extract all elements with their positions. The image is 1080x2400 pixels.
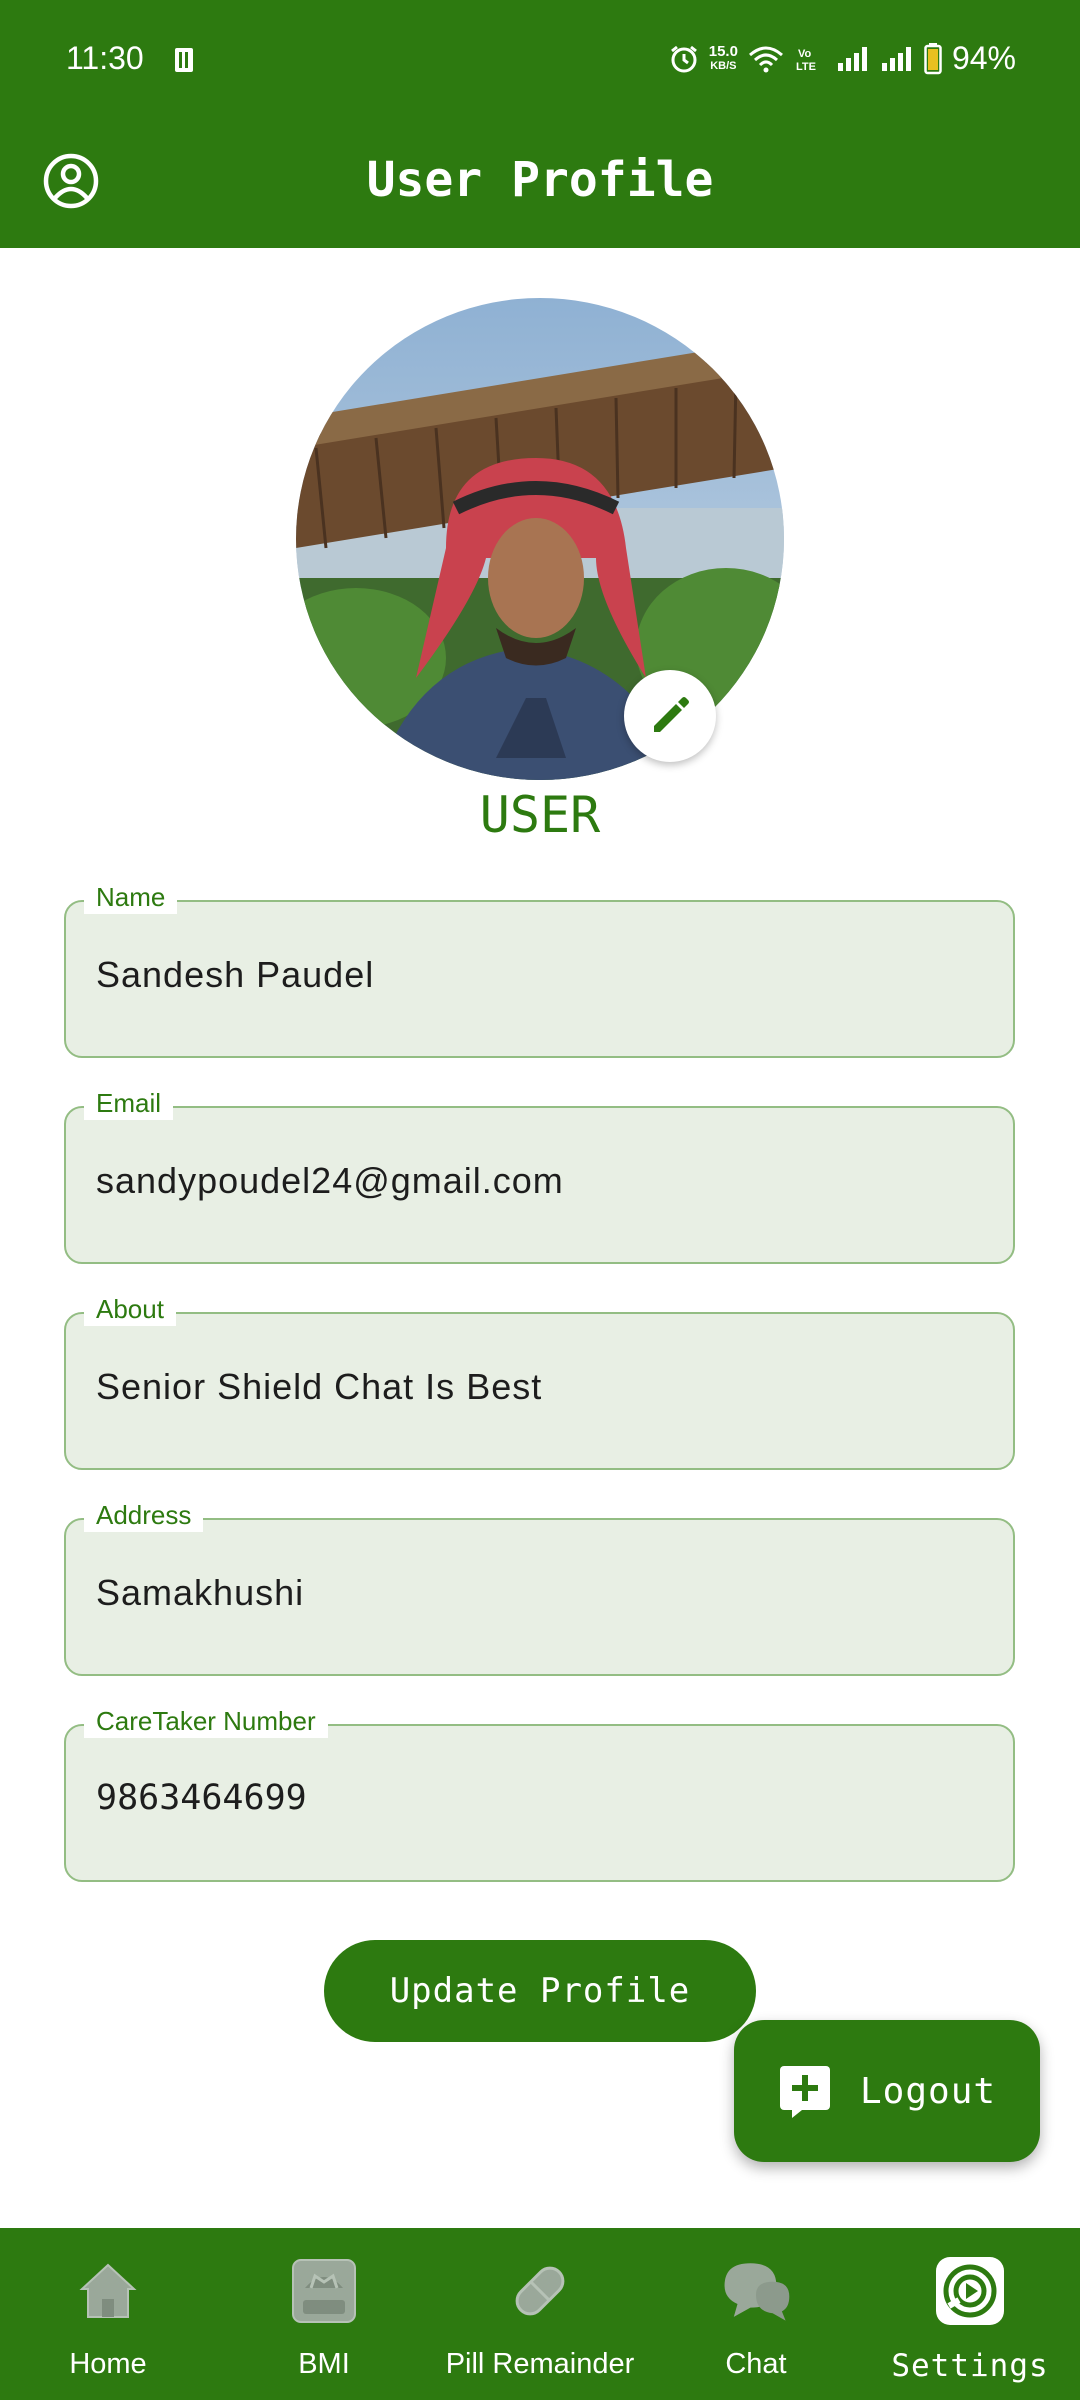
profile-name-heading: USER: [479, 786, 601, 844]
address-field-value: Samakhushi: [96, 1572, 305, 1613]
status-icons: 15.0 KB/S Vo LTE 94%: [669, 40, 1016, 77]
notification-icon: [175, 48, 193, 72]
nav-label-settings: Settings: [891, 2348, 1049, 2384]
home-icon: [71, 2254, 145, 2328]
battery-percent: 94%: [951, 40, 1016, 76]
battery-icon: [924, 42, 942, 74]
pencil-icon: [654, 697, 689, 732]
logout-button[interactable]: Logout: [734, 2020, 1040, 2162]
signal-icon: [881, 46, 911, 71]
caretaker-number-field[interactable]: CareTaker Number 9863464699: [64, 1704, 1015, 1882]
chat-icon: [719, 2254, 793, 2328]
nav-item-pill-remainder[interactable]: Pill Remainder: [440, 2228, 640, 2400]
caretaker-number-field-label: CareTaker Number: [84, 1704, 328, 1738]
status-time: 11:30: [66, 40, 144, 76]
nav-item-bmi[interactable]: BMI: [264, 2228, 384, 2400]
nav-label-home: Home: [69, 2348, 147, 2380]
status-bar: 11:30 15.0 KB/S Vo LTE 94%: [0, 0, 1080, 124]
svg-text:Vo: Vo: [798, 48, 812, 60]
email-field-label: Email: [84, 1086, 174, 1120]
signal-icon: [837, 46, 867, 71]
nav-label-pill-remainder: Pill Remainder: [445, 2348, 635, 2380]
name-field-value: Sandesh Paudel: [96, 954, 375, 995]
name-field[interactable]: Name Sandesh Paudel: [64, 880, 1015, 1058]
pill-icon: [503, 2254, 577, 2328]
app-bar: User Profile: [0, 124, 1080, 248]
name-field-label: Name: [84, 880, 178, 914]
email-field-value: sandypoudel24@gmail.com: [96, 1160, 564, 1201]
bottom-navigation: Home BMI Pill Remainder Chat Settings: [0, 2228, 1080, 2400]
scale-icon: [287, 2254, 361, 2328]
about-field-value: Senior Shield Chat Is Best: [96, 1366, 543, 1407]
caretaker-number-field-value: 9863464699: [96, 1778, 307, 1818]
about-field-label: About: [84, 1292, 176, 1326]
edit-photo-button[interactable]: [624, 670, 716, 762]
network-speed: 15.0 KB/S: [709, 44, 738, 74]
network-speed-unit: KB/S: [710, 59, 737, 72]
nav-item-settings[interactable]: Settings: [880, 2228, 1060, 2400]
wifi-icon: [748, 46, 783, 72]
volte-icon: Vo LTE: [796, 48, 816, 73]
update-profile-button[interactable]: Update Profile: [324, 1940, 756, 2042]
nav-item-home[interactable]: Home: [48, 2228, 168, 2400]
address-field-label: Address: [84, 1498, 204, 1532]
nav-label-chat: Chat: [725, 2348, 787, 2380]
nav-label-bmi: BMI: [298, 2348, 350, 2380]
svg-text:LTE: LTE: [796, 61, 816, 73]
email-field[interactable]: Email sandypoudel24@gmail.com: [64, 1086, 1015, 1264]
address-field[interactable]: Address Samakhushi: [64, 1498, 1015, 1676]
page-title: User Profile: [366, 152, 714, 208]
logout-label: Logout: [860, 2070, 997, 2112]
add-box-icon: [780, 2066, 830, 2118]
settings-icon: [933, 2254, 1007, 2328]
nav-item-chat[interactable]: Chat: [696, 2228, 816, 2400]
network-speed-value: 15.0: [708, 42, 738, 60]
alarm-icon: [670, 45, 697, 72]
about-field[interactable]: About Senior Shield Chat Is Best: [64, 1292, 1015, 1470]
